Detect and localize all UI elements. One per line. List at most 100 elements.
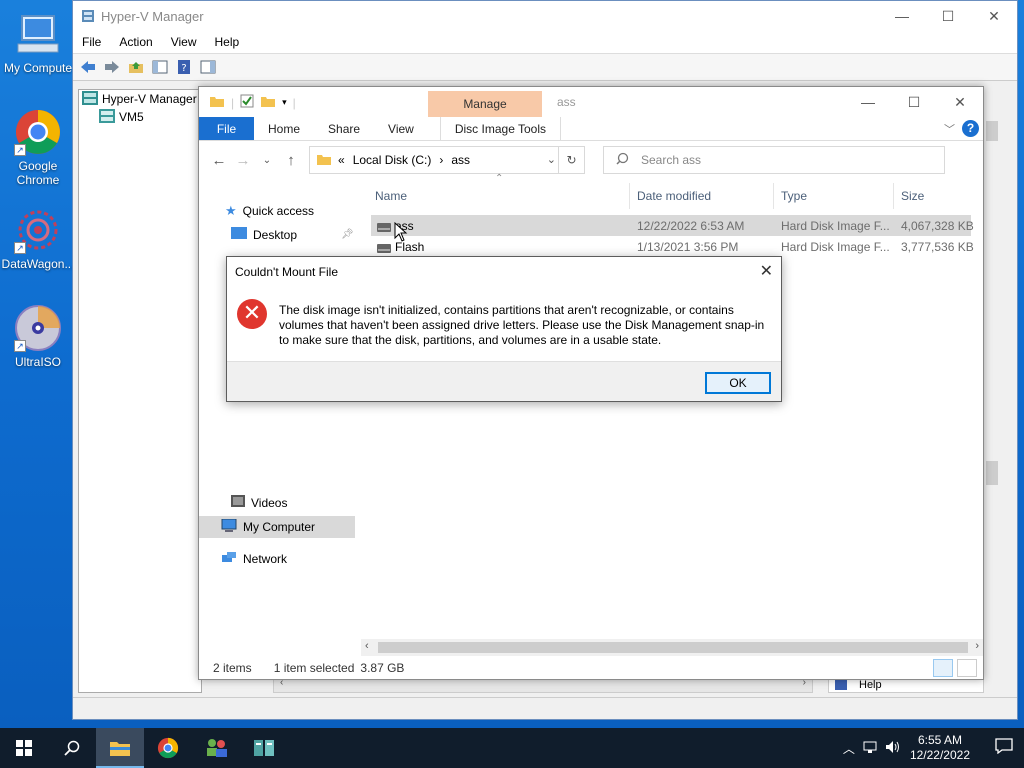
tree-label: Hyper-V Manager xyxy=(102,92,197,106)
recent-locations-icon[interactable]: ⌄ xyxy=(255,155,279,166)
column-date-modified[interactable]: Date modified xyxy=(637,189,711,203)
chevron-down-icon[interactable]: ⌄ xyxy=(547,153,556,166)
nav-item-network[interactable]: Network xyxy=(221,551,287,567)
chevron-up-icon[interactable]: ︿ xyxy=(838,740,860,757)
menu-action[interactable]: Action xyxy=(110,35,161,49)
disk-image-icon xyxy=(377,221,391,235)
notifications-icon[interactable] xyxy=(984,738,1024,758)
taskbar-server-manager[interactable] xyxy=(192,728,240,768)
tree-item-hyperv-manager[interactable]: Hyper-V Manager xyxy=(79,90,201,108)
explorer-titlebar[interactable]: | ▾ | Manage ass — ☐ ✕ xyxy=(199,87,983,117)
back-icon[interactable] xyxy=(77,56,99,78)
menu-view[interactable]: View xyxy=(162,35,206,49)
tree-item-vm5[interactable]: VM5 xyxy=(79,108,201,126)
maximize-button[interactable]: ☐ xyxy=(891,87,937,117)
large-icons-view-icon[interactable] xyxy=(957,659,977,677)
ok-button[interactable]: OK xyxy=(705,372,771,394)
refresh-icon[interactable]: ↻ xyxy=(558,147,584,173)
address-bar[interactable]: « Local Disk (C:) › ass ⌄ ↻ xyxy=(309,146,585,174)
file-row[interactable]: Flash 1/13/2021 3:56 PM Hard Disk Image … xyxy=(371,236,974,257)
quick-access-toolbar: | ▾ | xyxy=(209,94,296,111)
tree-label: VM5 xyxy=(119,110,144,124)
disk-image-icon xyxy=(377,242,391,256)
up-folder-icon[interactable] xyxy=(125,56,147,78)
help-icon[interactable]: ? xyxy=(962,120,979,137)
hyperv-right-scrollbar[interactable] xyxy=(983,111,1001,691)
nav-item-desktop[interactable]: Desktop 📌︎ xyxy=(231,227,355,242)
nav-item-quick-access[interactable]: ★ Quick access xyxy=(225,203,314,219)
nav-item-my-computer[interactable]: My Computer xyxy=(199,516,355,538)
customize-toolbar-icon[interactable]: ▾ xyxy=(282,97,287,108)
taskbar: ︿ 6:55 AM 12/22/2022 xyxy=(0,728,1024,768)
folder-icon xyxy=(316,152,332,169)
details-view-icon[interactable] xyxy=(933,659,953,677)
search-input[interactable]: Search ass xyxy=(603,146,945,174)
breadcrumb-overflow[interactable]: « xyxy=(338,153,345,167)
maximize-button[interactable]: ☐ xyxy=(925,1,971,31)
menu-file[interactable]: File xyxy=(73,35,110,49)
star-icon: ★ xyxy=(225,203,237,218)
chevron-down-icon[interactable]: ﹀ xyxy=(944,121,955,137)
datawagon-icon: ↗ xyxy=(14,206,62,254)
windows-icon xyxy=(16,740,32,756)
hyperv-tree: Hyper-V Manager VM5 xyxy=(78,89,202,693)
nav-item-videos[interactable]: Videos xyxy=(231,495,287,510)
svg-text:?: ? xyxy=(181,63,186,74)
pin-icon[interactable]: 📌︎ xyxy=(341,229,354,240)
forward-arrow-icon[interactable]: → xyxy=(231,152,255,169)
help-icon xyxy=(835,678,847,693)
column-size[interactable]: Size xyxy=(901,189,924,203)
minimize-button[interactable]: — xyxy=(845,87,891,117)
explorer-window-title: ass xyxy=(557,95,576,109)
breadcrumb-folder[interactable]: ass xyxy=(451,153,470,167)
close-icon[interactable]: ✕ xyxy=(760,261,773,281)
show-hide-action-pane-icon[interactable] xyxy=(197,56,219,78)
close-button[interactable]: ✕ xyxy=(937,87,983,117)
back-arrow-icon[interactable]: ← xyxy=(207,152,231,169)
desktop-icon-my-computer[interactable]: My Compute xyxy=(0,10,76,75)
desktop-icon-chrome[interactable]: ↗ Google Chrome xyxy=(0,108,76,187)
taskbar-hyperv-manager[interactable] xyxy=(240,728,288,768)
system-tray: ︿ 6:55 AM 12/22/2022 xyxy=(838,728,1024,768)
disc-icon: ↗ xyxy=(14,304,62,352)
desktop-icon-ultraiso[interactable]: ↗ UltraISO xyxy=(0,304,76,369)
shortcut-arrow-icon: ↗ xyxy=(14,242,26,254)
tab-view[interactable]: View xyxy=(374,117,428,140)
taskbar-file-explorer[interactable] xyxy=(96,728,144,768)
column-name[interactable]: Name xyxy=(375,189,407,203)
dialog-title[interactable]: Couldn't Mount File xyxy=(227,257,781,287)
column-type[interactable]: Type xyxy=(781,189,807,203)
hyperv-titlebar[interactable]: Hyper-V Manager — ☐ ✕ xyxy=(73,1,1017,31)
menu-help[interactable]: Help xyxy=(206,35,249,49)
forward-icon[interactable] xyxy=(101,56,123,78)
breadcrumb-local-disk[interactable]: Local Disk (C:) xyxy=(353,153,432,167)
help-icon[interactable]: ? xyxy=(173,56,195,78)
desktop-icon-datawagon[interactable]: ↗ DataWagon... xyxy=(0,206,76,271)
file-row[interactable]: ass 12/22/2022 6:53 AM Hard Disk Image F… xyxy=(371,215,974,236)
tab-manage[interactable]: Manage xyxy=(428,91,542,117)
minimize-button[interactable]: — xyxy=(879,1,925,31)
start-button[interactable] xyxy=(0,728,48,768)
network-icon[interactable] xyxy=(860,740,882,757)
clock[interactable]: 6:55 AM 12/22/2022 xyxy=(910,733,970,763)
show-hide-tree-icon[interactable] xyxy=(149,56,171,78)
taskbar-chrome[interactable] xyxy=(144,728,192,768)
properties-icon[interactable] xyxy=(240,94,254,111)
action-help[interactable]: Help xyxy=(859,679,882,691)
hyperv-icon xyxy=(254,740,274,756)
new-folder-icon[interactable] xyxy=(260,94,276,111)
explorer-horizontal-scrollbar[interactable]: ‹ › xyxy=(361,639,983,656)
tab-file[interactable]: File xyxy=(199,117,254,140)
search-icon xyxy=(64,740,80,756)
status-item-count: 2 items xyxy=(213,661,252,675)
tab-share[interactable]: Share xyxy=(314,117,374,140)
volume-icon[interactable] xyxy=(882,740,904,757)
server-icon xyxy=(99,108,115,126)
close-button[interactable]: ✕ xyxy=(971,1,1017,31)
hyperv-menubar: File Action View Help xyxy=(73,31,1017,53)
tab-disc-image-tools[interactable]: Disc Image Tools xyxy=(439,117,561,140)
up-arrow-icon[interactable]: ↑ xyxy=(279,152,303,169)
search-button[interactable] xyxy=(48,728,96,768)
tab-home[interactable]: Home xyxy=(254,117,314,140)
dialog-footer: OK xyxy=(227,361,781,401)
